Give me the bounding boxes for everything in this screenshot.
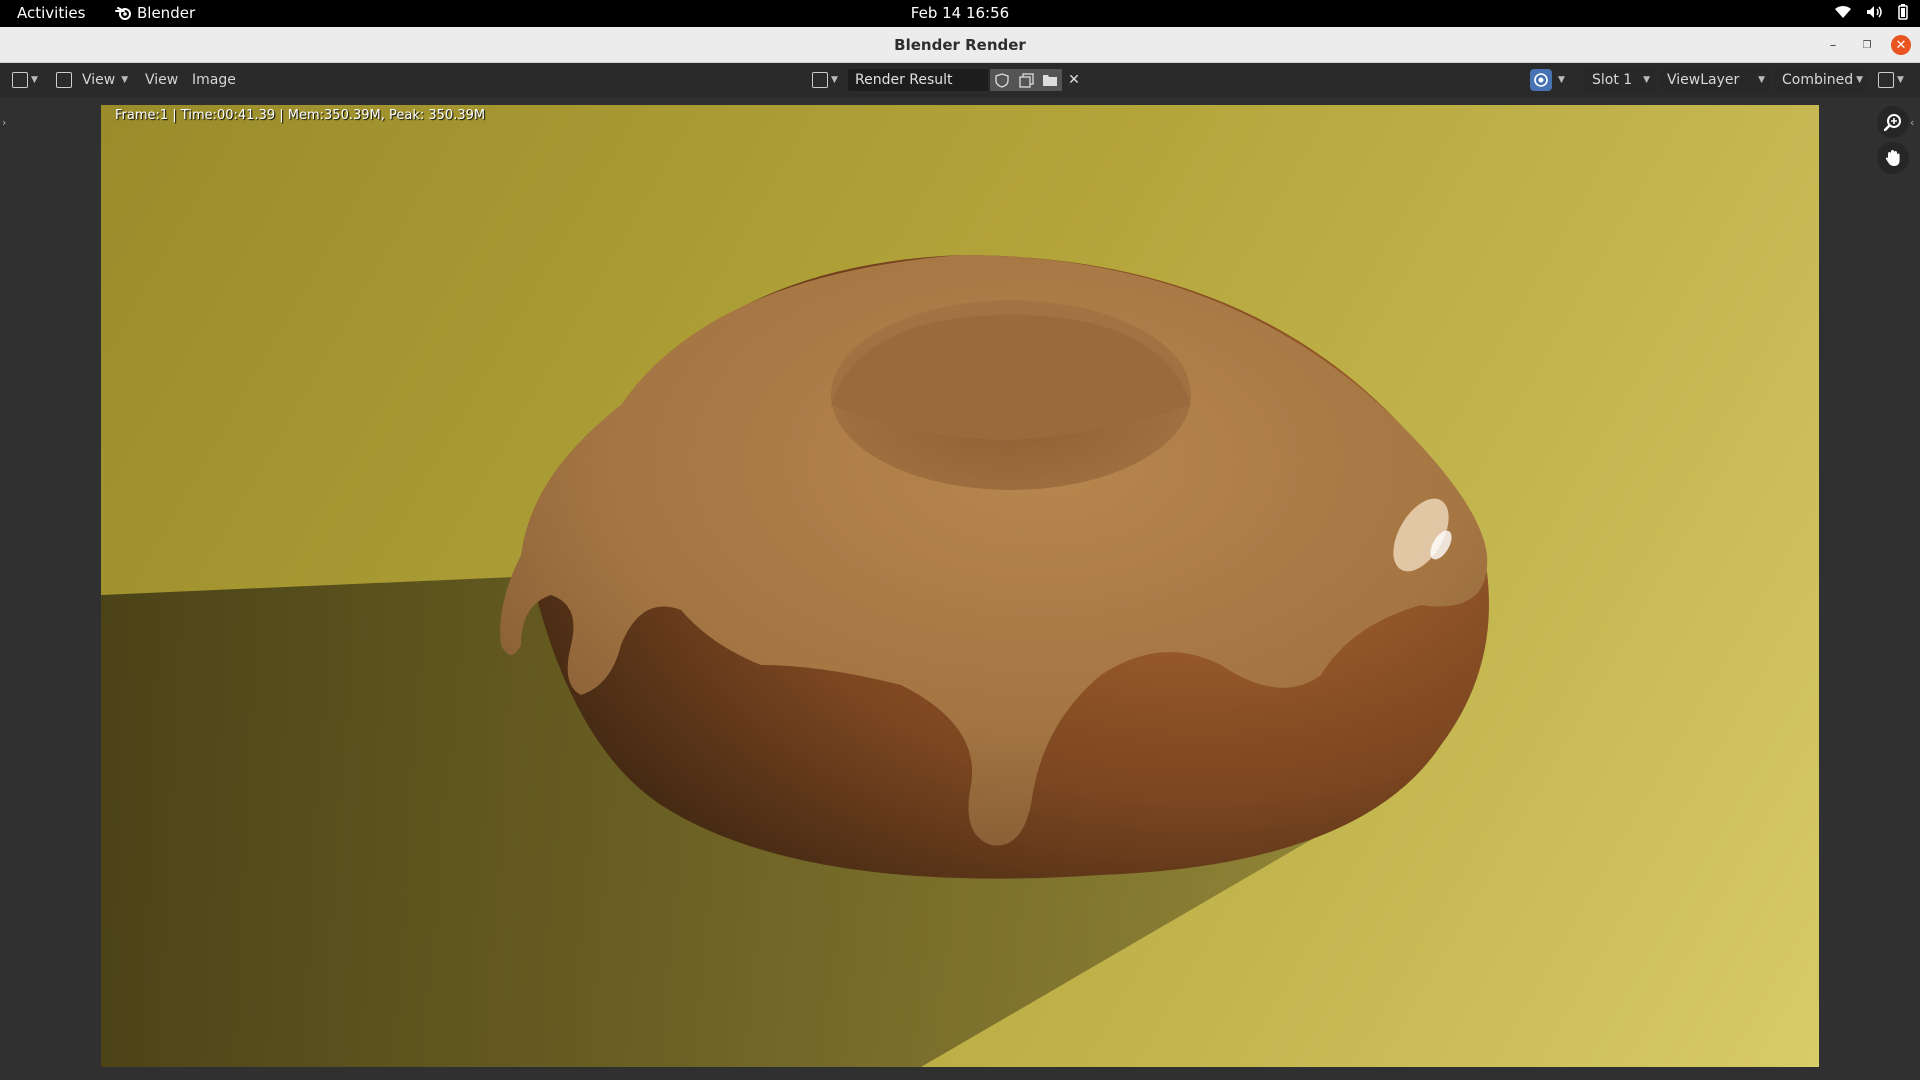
app-menu[interactable]: Blender [115,4,195,22]
battery-icon [1898,4,1908,20]
view-layer-dropdown[interactable]: ViewLayer ▼ [1659,68,1771,92]
render-result-image[interactable]: Frame:1 | Time:00:41.39 | Mem:350.39M, P… [101,105,1819,1067]
color-alpha-icon [1530,69,1552,91]
view-layer-label: ViewLayer [1667,72,1740,88]
scopes-icon [1878,72,1894,88]
shield-icon [995,72,1009,88]
menu-view[interactable]: View [145,68,178,92]
close-icon: ✕ [1068,72,1080,88]
render-pass-label: Combined [1782,72,1854,88]
volume-icon [1867,6,1882,18]
wifi-icon [1835,5,1851,18]
chevron-down-icon: ▼ [1897,75,1904,85]
new-image-button[interactable] [1014,69,1038,91]
browse-image-button[interactable]: ▼ [812,68,838,92]
view-mode-dropdown[interactable]: View ▼ [56,68,128,92]
activities-button[interactable]: Activities [17,4,85,22]
hand-icon [1885,150,1900,166]
view-mode-icon [56,72,72,88]
donut-render [101,255,1489,1067]
pan-button[interactable] [1877,142,1909,174]
chevron-down-icon: ▼ [1758,75,1765,85]
close-icon: ✕ [1895,37,1907,53]
slot-dropdown[interactable]: Slot 1 ▼ [1584,68,1656,92]
zoom-button[interactable] [1877,106,1909,138]
open-image-button[interactable] [1038,69,1062,91]
sidebar-expand-arrow-icon[interactable]: ‹ [1910,116,1914,129]
display-channels-dropdown[interactable]: ▼ [1530,68,1565,92]
render-stats: Frame:1 | Time:00:41.39 | Mem:350.39M, P… [115,108,486,123]
folder-icon [1043,75,1057,86]
minimize-icon: – [1829,37,1837,53]
fake-user-button[interactable] [990,69,1014,91]
clock[interactable]: Feb 14 16:56 [911,4,1009,22]
chevron-down-icon: ▼ [1856,75,1864,85]
app-name: Blender [137,4,196,22]
close-button[interactable]: ✕ [1891,35,1911,55]
chevron-down-icon: ▼ [31,75,38,85]
image-editor-area[interactable]: › ‹ Frame:1 | Time:00:41.39 | Mem:350.39… [0,97,1920,1080]
restore-icon: ❐ [1862,39,1872,51]
window-title: Blender Render [894,36,1026,54]
editor-type-dropdown[interactable]: ▼ [12,68,38,92]
zoom-in-icon [1884,114,1901,131]
unlink-image-button[interactable]: ✕ [1062,69,1086,91]
minimize-button[interactable]: – [1823,35,1843,55]
chevron-down-icon: ▼ [831,75,838,85]
toolbar-expand-arrow-icon[interactable]: › [2,116,6,129]
browse-image-icon [812,72,828,88]
view-mode-label: View [82,72,116,88]
duplicate-icon [1018,72,1034,88]
gnome-top-bar: Activities Blender Feb 14 16:56 [0,0,1920,27]
blender-logo-icon [115,7,131,20]
chevron-down-icon: ▼ [1643,75,1650,85]
window-title-bar[interactable]: Blender Render – ❐ ✕ [0,27,1920,63]
display-mode-dropdown[interactable]: ▼ [1878,68,1904,92]
slot-label: Slot 1 [1592,72,1633,88]
chevron-down-icon: ▼ [1558,75,1565,85]
system-tray[interactable] [1834,4,1908,20]
image-editor-header: ▼ View ▼ View Image ▼ Render Result ✕ ▼ … [0,63,1920,97]
image-editor-icon [12,72,28,88]
menu-image[interactable]: Image [192,68,236,92]
chevron-down-icon: ▼ [121,75,129,85]
render-pass-dropdown[interactable]: Combined ▼ [1774,68,1866,92]
maximize-button[interactable]: ❐ [1857,35,1877,55]
image-name-field[interactable]: Render Result [848,69,988,91]
